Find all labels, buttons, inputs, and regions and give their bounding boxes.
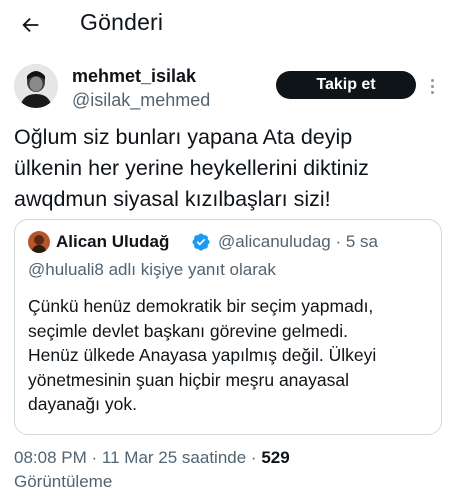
views-label: Görüntüleme: [14, 472, 113, 491]
top-bar: Gönderi: [0, 0, 455, 48]
quote-time: 5 sa: [345, 232, 379, 251]
views-count[interactable]: 529: [261, 448, 289, 467]
quoted-tweet[interactable]: Alican Uludağ @alicanuludag · 5 sa @hulu…: [14, 219, 442, 435]
tweet-time: 08:08 PM: [14, 448, 87, 467]
more-vertical-icon: [430, 78, 434, 82]
tweet-author: mehmet_isilak @isilak_mehmed Takip et: [14, 64, 444, 114]
quote-meta: @alicanuludag · 5 sa: [218, 232, 379, 251]
arrow-left-icon: [22, 17, 39, 33]
quote-avatar: [28, 231, 50, 253]
page-title: Gönderi: [80, 9, 164, 35]
follow-button[interactable]: Takip et: [276, 71, 416, 99]
quote-text: Çünkü henüz demokratik bir seçim yapmadı…: [28, 296, 377, 414]
verified-badge-icon: [192, 233, 210, 251]
back-button[interactable]: [14, 8, 48, 42]
quote-author-name: Alican Uludağ: [56, 232, 170, 251]
more-options-button[interactable]: [424, 74, 440, 98]
avatar[interactable]: [14, 64, 58, 108]
author-handle[interactable]: @isilak_mehmed: [72, 90, 210, 111]
quote-author-handle: @alicanuludag: [218, 232, 331, 251]
reply-context: @huluali8 adlı kişiye yanıt olarak: [28, 260, 276, 279]
author-name[interactable]: mehmet_isilak: [72, 66, 196, 87]
tweet-text: Oğlum siz bunları yapana Ata deyip ülken…: [14, 125, 369, 211]
tweet-metadata: 08:08 PM · 11 Mar 25 saatinde · 529 Görü…: [14, 448, 290, 491]
tweet-date: 11 Mar 25 saatinde: [101, 448, 247, 467]
